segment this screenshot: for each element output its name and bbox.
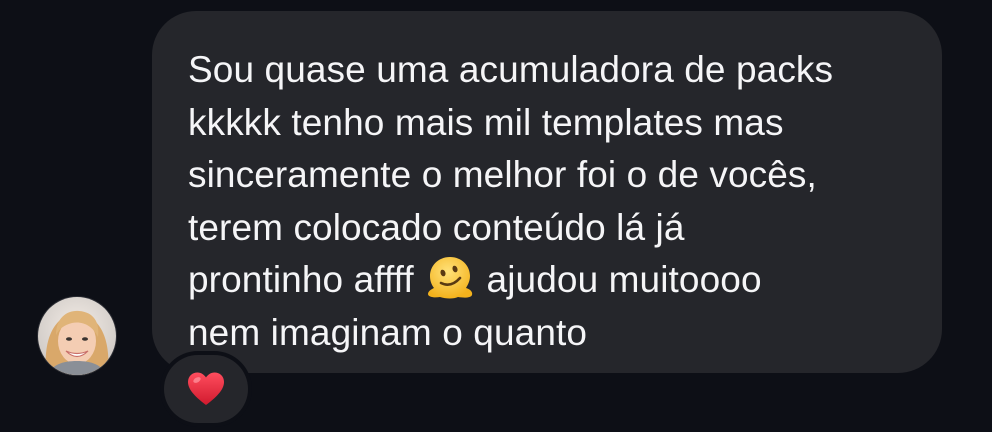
message-line: nem imaginam o quanto: [188, 311, 588, 353]
message-line: kkkkk tenho mais mil templates mas: [188, 101, 784, 143]
red-heart-icon: [188, 372, 224, 405]
message-text-segment: prontinho affff: [188, 259, 414, 301]
avatar-photo: [38, 297, 116, 375]
message-line: Sou quase uma acumuladora de packs: [188, 49, 834, 90]
message-line: sinceramente o melhor foi o de vocês,: [188, 154, 817, 196]
message-bubble[interactable]: Sou quase uma acumuladora de packs kkkkk…: [152, 11, 942, 373]
melting-face-icon: [428, 257, 473, 299]
chat-thread: Sou quase uma acumuladora de packs kkkkk…: [0, 0, 992, 432]
avatar[interactable]: [38, 297, 116, 375]
message-text-segment: ajudou muitoooo: [486, 259, 762, 301]
message-line-with-emoji: prontinho affff ajudou muitoooo: [188, 254, 912, 307]
reaction-badge[interactable]: [164, 355, 248, 423]
message-line: terem colocado conteúdo lá já: [188, 206, 685, 248]
